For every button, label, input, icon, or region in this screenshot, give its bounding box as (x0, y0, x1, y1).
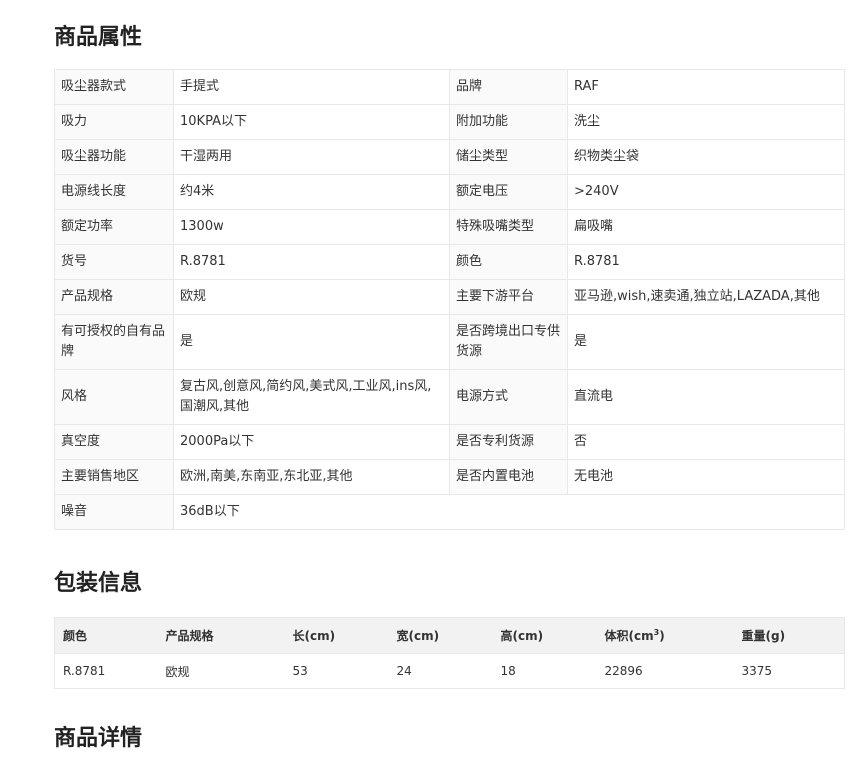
attribute-value: 欧规 (173, 279, 450, 315)
attribute-key: 噪音 (54, 494, 174, 530)
attribute-row: 额定功率 1300w 特殊吸嘴类型 扁吸嘴 (54, 209, 845, 245)
cell-width: 24 (388, 653, 493, 689)
attribute-key: 颜色 (449, 244, 568, 280)
header-volume-prefix: 体积(cm (604, 629, 654, 643)
attribute-key: 吸尘器功能 (54, 139, 174, 175)
attribute-value: 欧洲,南美,东南亚,东北亚,其他 (173, 459, 450, 495)
attributes-title: 商品属性 (54, 25, 143, 50)
attribute-value: R.8781 (567, 244, 845, 280)
details-title: 商品详情 (54, 726, 143, 751)
attribute-value: 亚马逊,wish,速卖通,独立站,LAZADA,其他 (567, 279, 845, 315)
attribute-key: 电源线长度 (54, 174, 174, 210)
attribute-row: 有可授权的自有品牌 是 是否跨境出口专供货源 是 (54, 314, 845, 370)
header-color: 颜色 (54, 617, 158, 654)
attribute-key: 真空度 (54, 424, 174, 460)
attribute-row: 吸尘器功能 干湿两用 储尘类型 织物类尘袋 (54, 139, 845, 175)
attribute-key: 电源方式 (449, 369, 568, 425)
attribute-key: 主要下游平台 (449, 279, 568, 315)
attribute-value: 否 (567, 424, 845, 460)
attribute-row: 吸尘器款式 手提式 品牌 RAF (54, 69, 845, 105)
attribute-key: 额定电压 (449, 174, 568, 210)
attribute-key: 主要销售地区 (54, 459, 174, 495)
attribute-key: 是否内置电池 (449, 459, 568, 495)
attribute-key: 附加功能 (449, 104, 568, 140)
attribute-row: 主要销售地区 欧洲,南美,东南亚,东北亚,其他 是否内置电池 无电池 (54, 459, 845, 495)
attribute-key: 储尘类型 (449, 139, 568, 175)
cell-spec: 欧规 (157, 653, 285, 689)
cell-length: 53 (284, 653, 389, 689)
attribute-value: >240V (567, 174, 845, 210)
attribute-value: 手提式 (173, 69, 450, 105)
header-weight: 重量(g) (733, 617, 845, 654)
header-length: 长(cm) (284, 617, 389, 654)
attribute-row: 噪音 36dB以下 (54, 494, 845, 530)
header-spec: 产品规格 (157, 617, 285, 654)
attribute-value: 1300w (173, 209, 450, 245)
attribute-value: 是 (567, 314, 845, 370)
attribute-key: 吸力 (54, 104, 174, 140)
attribute-value: R.8781 (173, 244, 450, 280)
attribute-key: 有可授权的自有品牌 (54, 314, 174, 370)
cell-volume: 22896 (596, 653, 734, 689)
header-height: 高(cm) (492, 617, 597, 654)
cell-weight: 3375 (733, 653, 845, 689)
cell-height: 18 (492, 653, 597, 689)
table-row: R.8781 欧规 53 24 18 22896 3375 (54, 653, 845, 689)
attribute-value: RAF (567, 69, 845, 105)
attribute-row: 真空度 2000Pa以下 是否专利货源 否 (54, 424, 845, 460)
header-width: 宽(cm) (388, 617, 493, 654)
attribute-value: 2000Pa以下 (173, 424, 450, 460)
package-table: 颜色 产品规格 长(cm) 宽(cm) 高(cm) 体积(cm3) 重量(g) … (54, 617, 845, 689)
package-header-row: 颜色 产品规格 长(cm) 宽(cm) 高(cm) 体积(cm3) 重量(g) (54, 617, 845, 654)
attributes-table: 吸尘器款式 手提式 品牌 RAF 吸力 10KPA以下 附加功能 洗尘 吸尘器功… (54, 69, 845, 530)
attribute-key: 货号 (54, 244, 174, 280)
attribute-row: 货号 R.8781 颜色 R.8781 (54, 244, 845, 280)
attribute-key: 品牌 (449, 69, 568, 105)
attribute-key: 吸尘器款式 (54, 69, 174, 105)
attribute-value: 36dB以下 (173, 494, 845, 530)
attribute-value: 10KPA以下 (173, 104, 450, 140)
header-volume-suffix: ) (659, 629, 665, 643)
header-volume: 体积(cm3) (596, 617, 734, 654)
attribute-key: 产品规格 (54, 279, 174, 315)
attribute-value: 干湿两用 (173, 139, 450, 175)
attribute-value: 无电池 (567, 459, 845, 495)
attribute-key: 特殊吸嘴类型 (449, 209, 568, 245)
attribute-value: 是 (173, 314, 450, 370)
attribute-value: 直流电 (567, 369, 845, 425)
attribute-value: 扁吸嘴 (567, 209, 845, 245)
attribute-key: 是否跨境出口专供货源 (449, 314, 568, 370)
attribute-row: 电源线长度 约4米 额定电压 >240V (54, 174, 845, 210)
attribute-value: 约4米 (173, 174, 450, 210)
package-title: 包装信息 (54, 571, 143, 596)
attribute-key: 风格 (54, 369, 174, 425)
attribute-row: 产品规格 欧规 主要下游平台 亚马逊,wish,速卖通,独立站,LAZADA,其… (54, 279, 845, 315)
attribute-key: 是否专利货源 (449, 424, 568, 460)
attribute-row: 吸力 10KPA以下 附加功能 洗尘 (54, 104, 845, 140)
attribute-row: 风格 复古风,创意风,简约风,美式风,工业风,ins风,国潮风,其他 电源方式 … (54, 369, 845, 425)
attribute-value: 织物类尘袋 (567, 139, 845, 175)
cell-color: R.8781 (54, 653, 158, 689)
attribute-value: 洗尘 (567, 104, 845, 140)
attribute-key: 额定功率 (54, 209, 174, 245)
attribute-value: 复古风,创意风,简约风,美式风,工业风,ins风,国潮风,其他 (173, 369, 450, 425)
